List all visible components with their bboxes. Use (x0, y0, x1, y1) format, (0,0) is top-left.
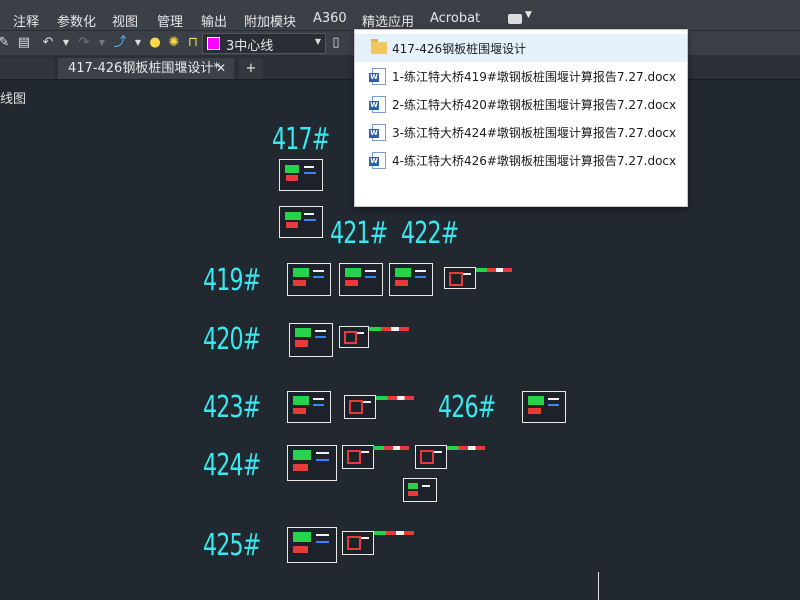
ribbon-tab-bar: 注释 参数化 视图 管理 输出 附加模块 A360 精选应用 Acrobat ▼ (0, 8, 800, 30)
drawing-sheet[interactable] (344, 395, 376, 419)
detail-strip (476, 268, 512, 272)
pier-label-421: 421# (330, 216, 388, 251)
recent-item-label: 2-练江特大桥420#墩钢板桩围堰计算报告7.27.docx (392, 98, 677, 112)
top-menu-clipped (0, 0, 800, 8)
recent-files-popup: 417-426钢板桩围堰设计 1-练江特大桥419#墩钢板桩围堰计算报告7.27… (354, 29, 688, 207)
layer-dropdown[interactable]: 3中心线 ▼ (202, 33, 326, 54)
pier-label-422: 422# (401, 216, 459, 251)
chevron-down-icon[interactable]: ▼ (525, 10, 532, 20)
tab-start[interactable] (0, 58, 54, 79)
redo-dropdown-icon[interactable]: ▼ (94, 35, 110, 51)
detail-strip (447, 446, 485, 450)
drawing-sheet[interactable] (287, 445, 337, 481)
pier-label-425: 425# (203, 528, 261, 563)
drawing-sheet[interactable] (415, 445, 447, 469)
close-icon[interactable]: ✕ (216, 58, 226, 79)
crosshair-cursor (598, 572, 599, 600)
layer-properties-icon[interactable]: ▯ (328, 35, 344, 51)
drawing-sheet[interactable] (279, 159, 323, 191)
recent-item-label: 417-426钢板桩围堰设计 (392, 42, 527, 56)
lightbulb-icon[interactable]: ● (147, 35, 163, 51)
ribbon-tab-manage[interactable]: 管理 (157, 11, 183, 30)
ribbon-tab-acrobat[interactable]: Acrobat (430, 11, 480, 26)
unlock-icon[interactable]: ⊓ (185, 35, 201, 51)
word-doc-icon (369, 96, 386, 113)
print-icon[interactable]: ▤ (16, 35, 32, 51)
word-doc-icon (369, 152, 386, 169)
drawing-sheet[interactable] (339, 326, 369, 348)
ribbon-tab-a360[interactable]: A360 (313, 11, 347, 26)
pier-label-417: 417# (272, 122, 330, 157)
layer-color-swatch (207, 37, 220, 50)
drawing-sheet[interactable] (522, 391, 566, 423)
recent-folder-item[interactable]: 417-426钢板桩围堰设计 (355, 34, 687, 62)
pier-label-424: 424# (203, 448, 261, 483)
more-tabs-icon[interactable] (508, 14, 522, 24)
ribbon-tab-annotate[interactable]: 注释 (13, 11, 39, 30)
ribbon-tab-output[interactable]: 输出 (201, 11, 227, 30)
recent-file-item[interactable]: 3-练江特大桥424#墩钢板桩围堰计算报告7.27.docx (355, 118, 687, 146)
new-tab-button[interactable]: + (239, 58, 263, 79)
undo-icon[interactable]: ↶ (40, 35, 56, 51)
pier-label-419: 419# (203, 263, 261, 298)
undo-dropdown-icon[interactable]: ▼ (58, 35, 74, 51)
tab-drawing-label: 417-426钢板桩围堰设计* (68, 61, 220, 76)
tab-drawing[interactable]: 417-426钢板桩围堰设计* ✕ (58, 58, 234, 79)
drawing-sheet[interactable] (389, 263, 433, 296)
detail-strip (374, 531, 414, 535)
drawing-sheet[interactable] (403, 478, 437, 502)
chevron-down-icon: ▼ (314, 37, 321, 46)
drawing-sheet[interactable] (444, 267, 476, 289)
drawing-sheet[interactable] (339, 263, 383, 296)
layer-name: 3中心线 (226, 39, 274, 54)
pier-label-420: 420# (203, 322, 261, 357)
ribbon-tab-addins[interactable]: 附加模块 (244, 11, 296, 30)
drawing-sheet[interactable] (342, 445, 374, 469)
ribbon-tab-view[interactable]: 视图 (112, 11, 138, 30)
detail-strip (376, 396, 414, 400)
pencil-icon[interactable]: ✎ (0, 35, 12, 51)
drawing-sheet[interactable] (342, 531, 374, 555)
drawing-sheet[interactable] (279, 206, 323, 238)
detail-strip (373, 446, 409, 450)
pier-label-423: 423# (203, 390, 261, 425)
word-doc-icon (369, 68, 386, 85)
pier-label-426: 426# (438, 390, 496, 425)
detail-strip (369, 327, 409, 331)
recent-item-label: 1-练江特大桥419#墩钢板桩围堰计算报告7.27.docx (392, 70, 677, 84)
drawing-sheet[interactable] (287, 391, 331, 423)
match-properties-icon[interactable]: ⤴ (112, 35, 128, 51)
recent-file-item[interactable]: 2-练江特大桥420#墩钢板桩围堰计算报告7.27.docx (355, 90, 687, 118)
sun-icon[interactable]: ✺ (166, 35, 182, 51)
folder-icon (371, 39, 387, 54)
drawing-sheet[interactable] (287, 527, 337, 563)
recent-item-label: 4-练江特大桥426#墩钢板桩围堰计算报告7.27.docx (392, 154, 677, 168)
recent-file-item[interactable]: 1-练江特大桥419#墩钢板桩围堰计算报告7.27.docx (355, 62, 687, 90)
drawing-sheet[interactable] (289, 323, 333, 357)
recent-item-label: 3-练江特大桥424#墩钢板桩围堰计算报告7.27.docx (392, 126, 677, 140)
recent-file-item[interactable]: 4-练江特大桥426#墩钢板桩围堰计算报告7.27.docx (355, 146, 687, 174)
ribbon-tab-parametric[interactable]: 参数化 (57, 11, 96, 30)
redo-icon[interactable]: ↷ (76, 35, 92, 51)
match-dropdown-icon[interactable]: ▼ (130, 35, 146, 51)
word-doc-icon (369, 124, 386, 141)
ribbon-tab-featured-apps[interactable]: 精选应用 (362, 11, 414, 30)
drawing-sheet[interactable] (287, 263, 331, 296)
